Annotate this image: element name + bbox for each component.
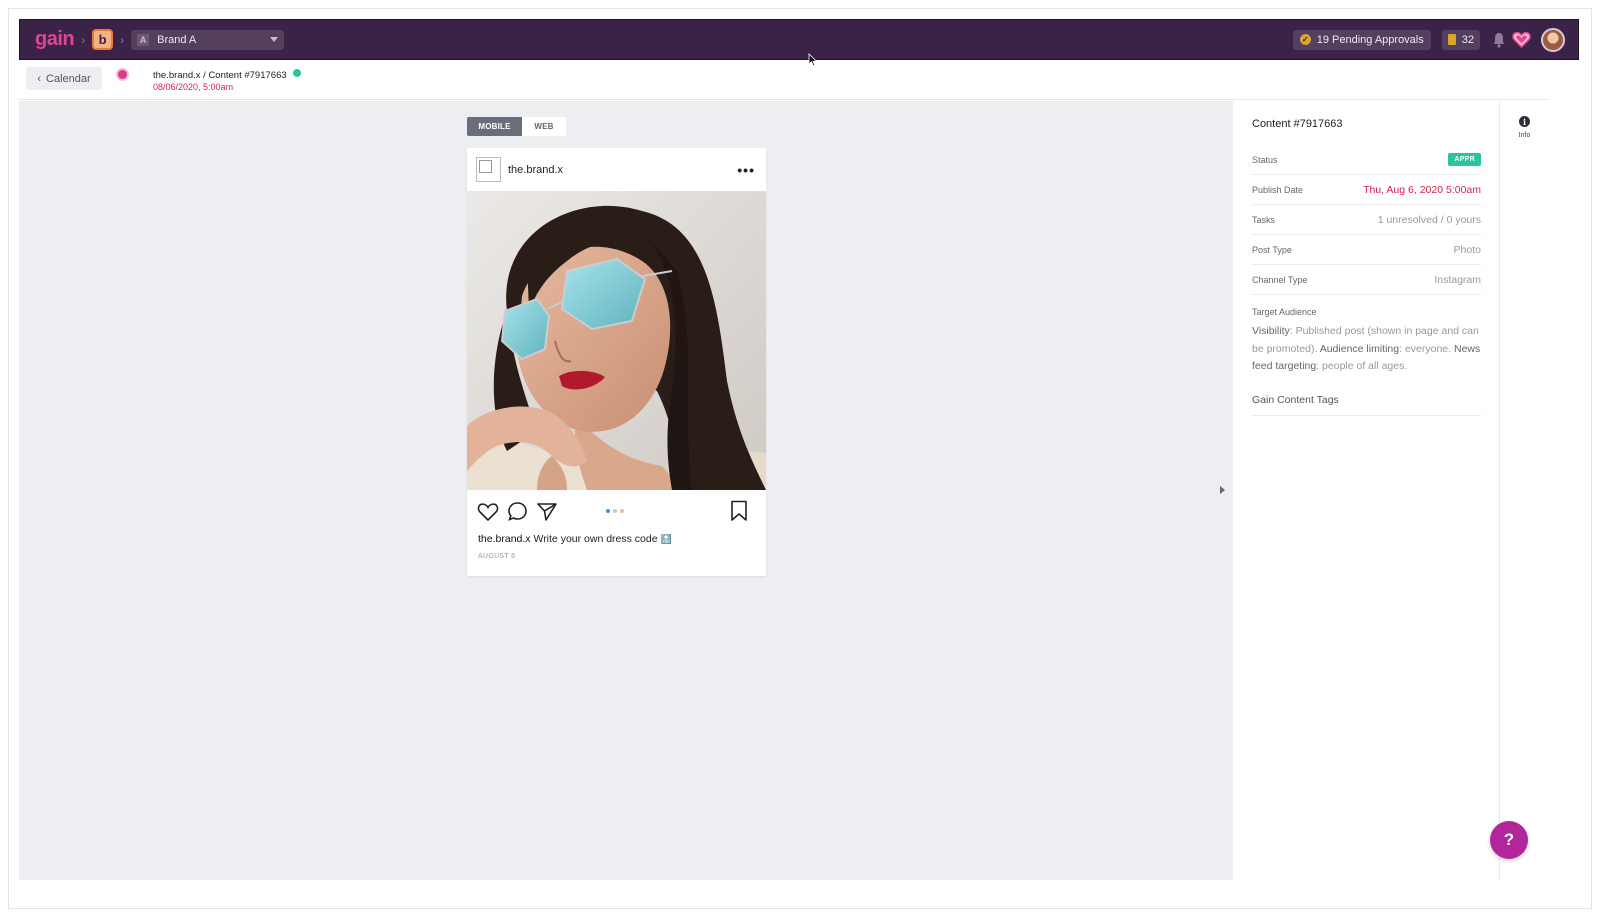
chevron-down-icon xyxy=(270,36,279,42)
tasks-counter-button[interactable]: 32 xyxy=(1441,29,1480,50)
status-label: Status xyxy=(1252,154,1278,165)
news-feed-targeting-value: : people of all ages. xyxy=(1316,360,1408,372)
back-to-calendar-button[interactable]: ‹ Calendar xyxy=(26,67,102,90)
publish-date-value: Thu, Aug 6, 2020 5:00am xyxy=(1363,183,1481,196)
caption-text: Write your own dress code xyxy=(533,533,658,545)
tasks-value: 1 unresolved / 0 yours xyxy=(1377,213,1481,226)
status-badge: APPR xyxy=(1448,153,1481,166)
post-type-value: Photo xyxy=(1453,243,1481,256)
like-heart-icon[interactable] xyxy=(477,502,499,522)
info-tab-column: i Info xyxy=(1500,101,1549,880)
gain-content-tags-section[interactable]: Gain Content Tags xyxy=(1252,394,1481,416)
gain-logo[interactable]: gain xyxy=(35,28,75,51)
check-circle-icon: ✓ xyxy=(1299,34,1311,45)
target-audience-text: Visibility: Published post (shown in pag… xyxy=(1252,323,1484,376)
web-toggle-button[interactable]: WEB xyxy=(522,117,566,136)
carousel-dot-active xyxy=(606,509,610,513)
collapse-panel-arrow-icon[interactable] xyxy=(1220,486,1225,494)
post-username: the.brand.x xyxy=(508,163,564,176)
channel-type-label: Channel Type xyxy=(1252,274,1308,285)
brand-select-value: Brand A xyxy=(157,33,197,46)
status-row: Status APPR xyxy=(1252,145,1481,175)
pending-approvals-button[interactable]: ✓ 19 Pending Approvals xyxy=(1292,29,1431,50)
content-title: the.brand.x / Content #7917663 xyxy=(153,69,301,81)
preview-canvas: MOBILE WEB the.brand.x ••• the.brand.x W… xyxy=(19,101,1233,880)
top-navigation-bar: gain › b › A Brand A ✓ 19 Pending Approv… xyxy=(19,19,1579,60)
publish-date-label: Publish Date xyxy=(1252,184,1304,195)
pending-approvals-label: 19 Pending Approvals xyxy=(1316,33,1424,46)
content-info-panel: Content #7917663 Status APPR Publish Dat… xyxy=(1233,101,1500,880)
topbar-right-group: ✓ 19 Pending Approvals 32 xyxy=(1292,27,1565,52)
target-audience-label: Target Audience xyxy=(1252,307,1317,317)
post-date: AUGUST 6 xyxy=(478,553,516,560)
status-dot-icon xyxy=(292,69,301,77)
top-emoji-icon: 🔝 xyxy=(660,534,672,544)
post-actions-bar xyxy=(467,490,766,533)
post-header: the.brand.x ••• xyxy=(467,148,766,191)
tasks-count: 32 xyxy=(1461,33,1474,46)
brand-avatar[interactable]: b xyxy=(92,29,114,50)
breadcrumb-chevron-icon: › xyxy=(120,32,125,47)
panel-title: Content #7917663 xyxy=(1252,118,1343,130)
caption-username: the.brand.x xyxy=(478,533,531,545)
share-send-icon[interactable] xyxy=(536,502,558,522)
preview-mode-toggle: MOBILE WEB xyxy=(467,117,566,136)
info-icon[interactable]: i xyxy=(1519,116,1530,127)
more-options-icon[interactable]: ••• xyxy=(737,162,755,178)
post-caption: the.brand.x Write your own dress code 🔝 xyxy=(467,533,766,545)
heart-icon[interactable] xyxy=(1512,31,1531,48)
carousel-dot xyxy=(613,509,617,513)
post-image xyxy=(467,191,766,490)
comment-icon[interactable] xyxy=(507,501,528,522)
channel-type-row: Channel Type Instagram xyxy=(1252,265,1481,295)
user-avatar[interactable] xyxy=(1541,27,1565,52)
chevron-left-icon: ‹ xyxy=(37,72,42,85)
back-button-label: Calendar xyxy=(46,72,91,85)
post-type-label: Post Type xyxy=(1252,244,1292,255)
carousel-dot xyxy=(620,509,624,513)
carousel-indicator xyxy=(606,509,627,513)
breadcrumb-chevron-icon: › xyxy=(81,32,86,47)
instagram-icon xyxy=(116,68,129,81)
bookmark-icon[interactable] xyxy=(730,500,748,522)
channel-type-value: Instagram xyxy=(1434,273,1481,286)
audience-limiting-value: : everyone. xyxy=(1399,342,1454,355)
instagram-post-preview: the.brand.x ••• the.brand.x Write your o… xyxy=(467,148,766,576)
mouse-cursor-icon xyxy=(808,53,818,67)
audience-limiting-key: Audience limiting xyxy=(1319,342,1400,355)
mobile-toggle-button[interactable]: MOBILE xyxy=(467,117,522,136)
bell-icon[interactable] xyxy=(1492,32,1506,48)
tasks-row: Tasks 1 unresolved / 0 yours xyxy=(1252,205,1481,235)
info-tab-label[interactable]: Info xyxy=(1500,132,1549,139)
tasks-label: Tasks xyxy=(1252,214,1276,225)
publish-date-row: Publish Date Thu, Aug 6, 2020 5:00am xyxy=(1252,175,1481,205)
post-photo-illustration xyxy=(467,191,766,490)
help-button[interactable]: ? xyxy=(1490,821,1528,859)
post-type-row: Post Type Photo xyxy=(1252,235,1481,265)
content-date: 08/06/2020, 5:00am xyxy=(153,82,234,92)
content-subheader: ‹ Calendar the.brand.x / Content #791766… xyxy=(19,60,1549,100)
brand-a-icon: A xyxy=(137,33,150,46)
content-title-text: the.brand.x / Content #7917663 xyxy=(153,70,287,81)
brand-select-dropdown[interactable]: A Brand A xyxy=(131,29,285,50)
visibility-key: Visibility xyxy=(1252,325,1290,337)
clipboard-icon xyxy=(1447,34,1456,45)
post-avatar xyxy=(476,157,501,182)
